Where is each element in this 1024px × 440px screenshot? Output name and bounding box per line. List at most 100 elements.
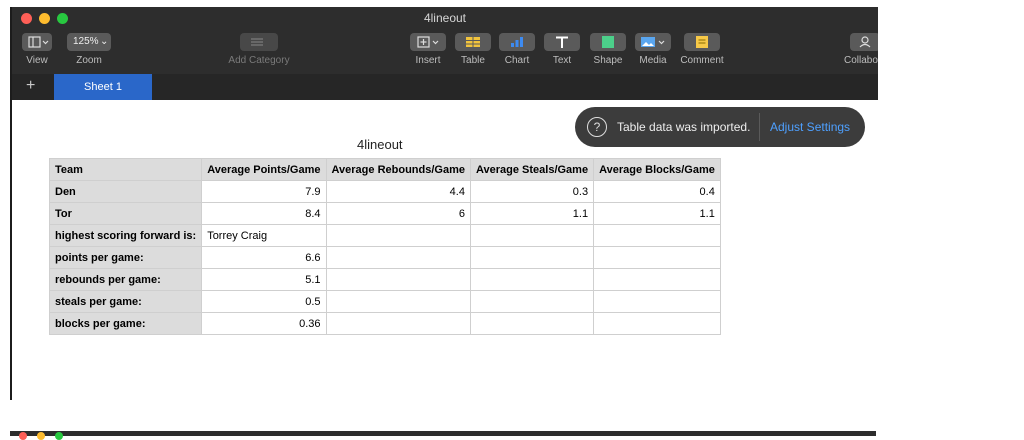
table-label: Table bbox=[461, 55, 485, 66]
table-cell[interactable]: 6 bbox=[325, 202, 471, 225]
data-table: Team Average Points/Game Average Rebound… bbox=[48, 158, 721, 335]
chevron-down-icon: ⌄ bbox=[100, 36, 109, 47]
table-cell[interactable] bbox=[325, 246, 471, 269]
fullscreen-window-button[interactable] bbox=[55, 432, 63, 440]
table-cell[interactable]: 5.1 bbox=[201, 268, 327, 291]
header-cell[interactable]: Average Rebounds/Game bbox=[325, 158, 471, 181]
table-cell[interactable] bbox=[469, 246, 595, 269]
table-row: points per game: 6.6 bbox=[48, 246, 721, 269]
header-cell[interactable]: Team bbox=[48, 158, 203, 181]
zoom-label: Zoom bbox=[76, 55, 102, 66]
header-cell[interactable]: Average Steals/Game bbox=[469, 158, 595, 181]
table-header-row: Team Average Points/Game Average Rebound… bbox=[48, 158, 721, 181]
import-notification: ? Table data was imported. Adjust Settin… bbox=[575, 107, 865, 147]
table-cell[interactable]: 0.36 bbox=[201, 312, 327, 335]
view-label: View bbox=[26, 55, 48, 66]
table-cell[interactable]: 4.4 bbox=[325, 180, 471, 203]
collaborate-icon bbox=[859, 36, 871, 48]
table-cell[interactable]: 1.1 bbox=[593, 202, 721, 225]
bar-chart-icon bbox=[511, 37, 523, 47]
comment-label: Comment bbox=[680, 55, 724, 66]
table-cell[interactable] bbox=[593, 290, 721, 313]
zoom-select[interactable]: 125% ⌄ bbox=[67, 33, 111, 51]
table-button[interactable] bbox=[455, 33, 491, 51]
comment-button[interactable] bbox=[684, 33, 720, 51]
table-cell[interactable] bbox=[325, 224, 471, 247]
header-cell[interactable]: Average Blocks/Game bbox=[593, 158, 721, 181]
numbers-window: 4lineout View 125% ⌄ Zoom Add Category I… bbox=[10, 7, 878, 400]
table-row: steals per game: 0.5 bbox=[48, 290, 721, 313]
toolbar: View 125% ⌄ Zoom Add Category Insert Tab… bbox=[12, 29, 878, 74]
notification-message: Table data was imported. bbox=[617, 120, 751, 134]
chart-button[interactable] bbox=[499, 33, 535, 51]
table-row: rebounds per game: 5.1 bbox=[48, 268, 721, 291]
table-cell[interactable] bbox=[469, 224, 595, 247]
text-button[interactable] bbox=[544, 33, 580, 51]
table-row: highest scoring forward is: Torrey Craig bbox=[48, 224, 721, 247]
shape-button[interactable] bbox=[590, 33, 626, 51]
photo-icon bbox=[641, 37, 665, 47]
title-bar: 4lineout bbox=[12, 7, 878, 29]
row-header-cell[interactable]: points per game: bbox=[48, 246, 203, 269]
table-title: 4lineout bbox=[357, 137, 403, 152]
table-cell[interactable]: 7.9 bbox=[201, 180, 327, 203]
insert-label: Insert bbox=[415, 55, 441, 66]
table-cell[interactable]: 8.4 bbox=[201, 202, 327, 225]
table-icon bbox=[466, 37, 480, 47]
text-icon bbox=[556, 36, 568, 48]
table-cell[interactable] bbox=[593, 312, 721, 335]
zoom-value: 125% bbox=[73, 36, 99, 47]
sheet-tab-bar: + Sheet 1 bbox=[12, 74, 878, 100]
table-row: Den 7.9 4.4 0.3 0.4 bbox=[48, 180, 721, 203]
table-row: Tor 8.4 6 1.1 1.1 bbox=[48, 202, 721, 225]
table-cell[interactable] bbox=[469, 290, 595, 313]
text-label: Text bbox=[552, 55, 572, 66]
collaborate-label: Collabo bbox=[844, 55, 878, 66]
add-sheet-button[interactable]: + bbox=[26, 77, 35, 95]
table-cell[interactable] bbox=[325, 290, 471, 313]
table-row: blocks per game: 0.36 bbox=[48, 312, 721, 335]
chart-label: Chart bbox=[504, 55, 530, 66]
row-header-cell[interactable]: Tor bbox=[48, 202, 203, 225]
table-cell[interactable]: 0.4 bbox=[593, 180, 721, 203]
second-window-titlebar bbox=[10, 431, 876, 440]
table-cell[interactable]: 1.1 bbox=[469, 202, 595, 225]
table-cell[interactable] bbox=[469, 312, 595, 335]
insert-icon bbox=[417, 36, 439, 48]
question-icon[interactable]: ? bbox=[587, 117, 607, 137]
row-header-cell[interactable]: blocks per game: bbox=[48, 312, 203, 335]
table-cell[interactable]: 0.3 bbox=[469, 180, 595, 203]
table-cell[interactable] bbox=[325, 268, 471, 291]
close-window-button[interactable] bbox=[19, 432, 27, 440]
adjust-settings-button[interactable]: Adjust Settings bbox=[770, 120, 850, 134]
table-cell[interactable] bbox=[593, 268, 721, 291]
media-label: Media bbox=[639, 55, 667, 66]
row-header-cell[interactable]: rebounds per game: bbox=[48, 268, 203, 291]
shape-label: Shape bbox=[593, 55, 623, 66]
window-title: 4lineout bbox=[423, 11, 467, 25]
row-header-cell[interactable]: steals per game: bbox=[48, 290, 203, 313]
table-cell[interactable] bbox=[325, 312, 471, 335]
insert-button[interactable] bbox=[410, 33, 446, 51]
row-header-cell[interactable]: highest scoring forward is: bbox=[48, 224, 203, 247]
media-button[interactable] bbox=[635, 33, 671, 51]
notification-divider bbox=[759, 113, 760, 141]
table-cell[interactable] bbox=[593, 246, 721, 269]
header-cell[interactable]: Average Points/Game bbox=[201, 158, 327, 181]
sidebar-icon bbox=[28, 36, 49, 48]
table-cell[interactable]: 0.5 bbox=[201, 290, 327, 313]
shape-icon bbox=[602, 36, 614, 48]
collaborate-button[interactable] bbox=[850, 33, 878, 51]
add-category-label: Add Category bbox=[228, 55, 290, 66]
tab-sheet-1[interactable]: Sheet 1 bbox=[54, 74, 152, 100]
add-category-button[interactable] bbox=[240, 33, 278, 51]
comment-icon bbox=[696, 36, 708, 48]
table-cell[interactable]: Torrey Craig bbox=[201, 224, 327, 247]
row-header-cell[interactable]: Den bbox=[48, 180, 203, 203]
list-icon bbox=[251, 38, 263, 46]
table-cell[interactable] bbox=[593, 224, 721, 247]
table-cell[interactable]: 6.6 bbox=[201, 246, 327, 269]
table-cell[interactable] bbox=[469, 268, 595, 291]
minimize-window-button[interactable] bbox=[37, 432, 45, 440]
view-button[interactable] bbox=[22, 33, 52, 51]
